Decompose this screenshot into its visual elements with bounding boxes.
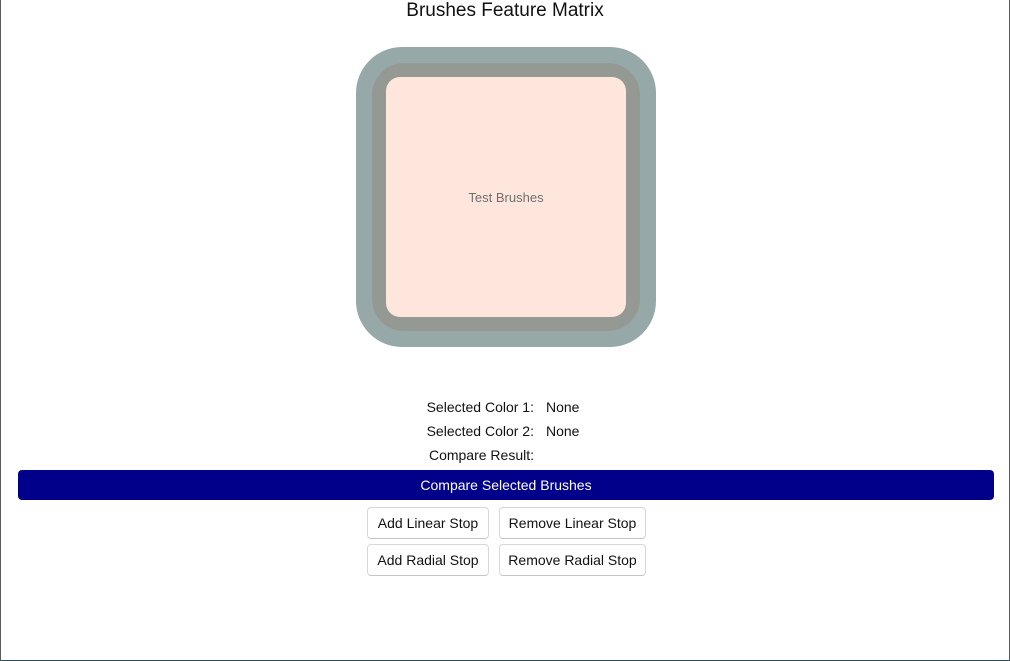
selected-color-1-value: None: [546, 399, 580, 415]
add-radial-stop-button[interactable]: Add Radial Stop: [367, 544, 489, 576]
app-window: Brushes Feature Matrix Test Brushes Sele…: [0, 0, 1010, 661]
compare-result-row: Compare Result:: [1, 445, 1009, 465]
add-linear-stop-button[interactable]: Add Linear Stop: [367, 507, 489, 539]
brush-preview-surface: Test Brushes: [386, 77, 626, 317]
remove-linear-stop-button[interactable]: Remove Linear Stop: [499, 507, 646, 539]
selected-color-1-row: Selected Color 1: None: [1, 397, 1009, 417]
brush-preview-label: Test Brushes: [468, 189, 544, 205]
selected-color-2-row: Selected Color 2: None: [1, 421, 1009, 441]
compare-result-label: Compare Result:: [428, 447, 534, 463]
page-title: Brushes Feature Matrix: [406, 0, 604, 21]
brush-preview-outer-border: Test Brushes: [356, 47, 656, 347]
selected-color-2-value: None: [546, 423, 580, 439]
remove-radial-stop-button[interactable]: Remove Radial Stop: [499, 544, 646, 576]
compare-selected-brushes-button[interactable]: Compare Selected Brushes: [18, 470, 994, 500]
brush-preview-inner-border: Test Brushes: [372, 63, 640, 331]
selected-color-1-label: Selected Color 1:: [426, 399, 534, 415]
selected-color-2-label: Selected Color 2:: [426, 423, 534, 439]
